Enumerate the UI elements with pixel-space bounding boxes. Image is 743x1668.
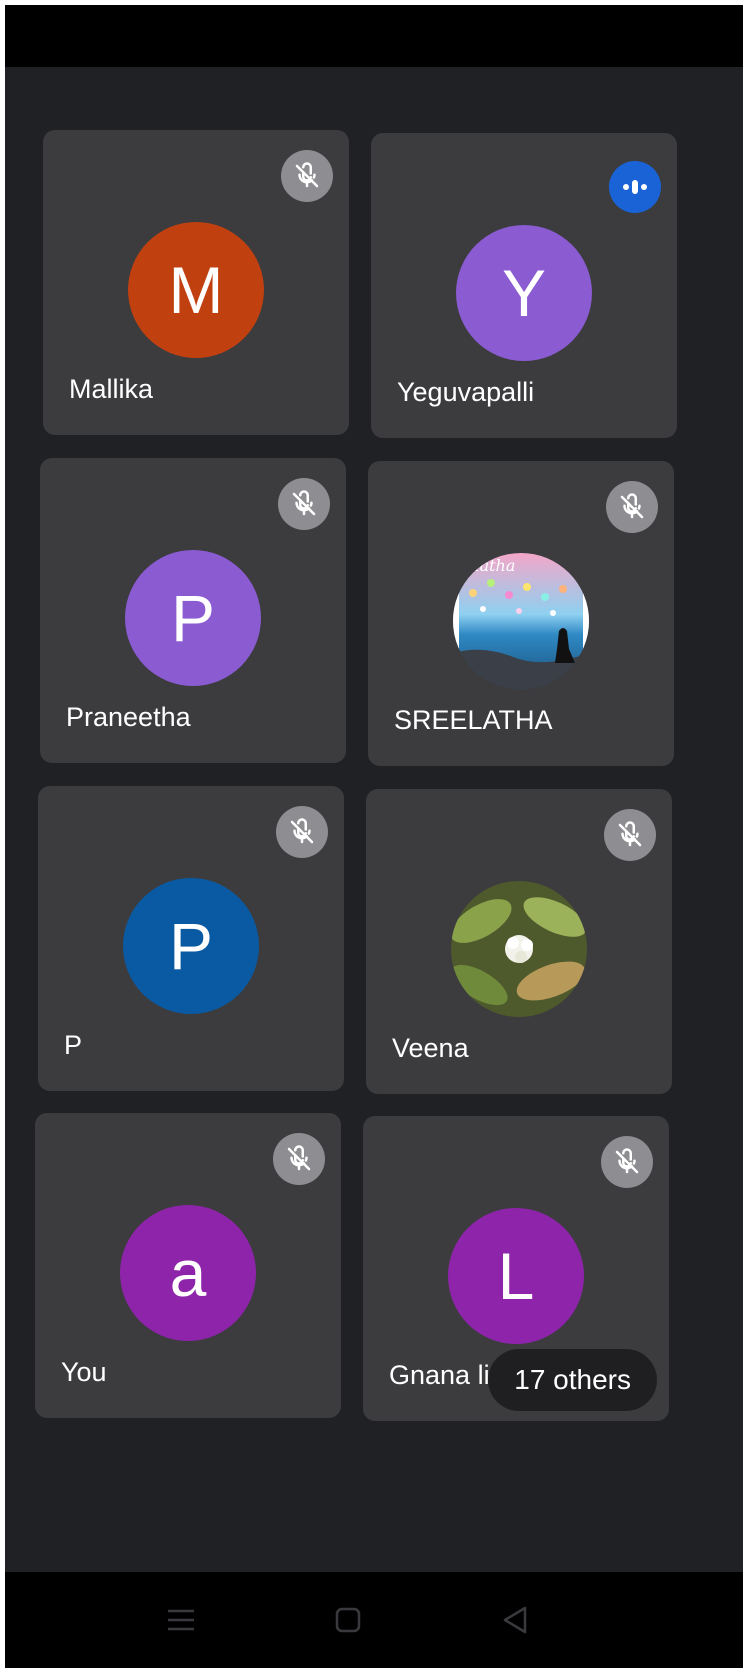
- mic-off-icon: [273, 1133, 325, 1185]
- mic-off-icon: [281, 150, 333, 202]
- avatar: Y: [456, 225, 592, 361]
- flower-leaves-photo: [451, 881, 587, 1017]
- avatar: M: [128, 222, 264, 358]
- photo-caption: elatha: [465, 556, 515, 575]
- avatar: a: [120, 1205, 256, 1341]
- status-bar: [5, 5, 743, 67]
- avatar: L: [448, 1208, 584, 1344]
- participant-tile[interactable]: elatha SREELATHA: [368, 461, 674, 766]
- participant-name: Veena: [392, 1033, 469, 1063]
- home-square-icon[interactable]: [324, 1596, 372, 1644]
- participant-tile[interactable]: M Mallika: [43, 130, 349, 435]
- speaking-indicator-icon: [609, 161, 661, 213]
- system-nav-bar: [5, 1572, 743, 1668]
- mic-off-icon: [601, 1136, 653, 1188]
- menu-icon[interactable]: [157, 1596, 205, 1644]
- participant-name: Praneetha: [66, 702, 191, 732]
- avatar: P: [123, 878, 259, 1014]
- participant-name: SREELATHA: [394, 705, 553, 735]
- participant-tile[interactable]: Veena: [366, 789, 672, 1094]
- mic-off-icon: [278, 478, 330, 530]
- participant-tile[interactable]: P Praneetha: [40, 458, 346, 763]
- phone-screen: M Mallika Y Yeguvapalli P Praneetha elat…: [5, 5, 743, 1668]
- sunset-beach-photo: elatha: [453, 553, 589, 689]
- others-count-button[interactable]: 17 others: [488, 1349, 657, 1411]
- participant-tile[interactable]: L Gnana li 17 others: [363, 1116, 669, 1421]
- participant-name: You: [61, 1357, 107, 1387]
- participant-name: P: [64, 1030, 83, 1060]
- participant-tile[interactable]: Y Yeguvapalli: [371, 133, 677, 438]
- participant-tile[interactable]: P P: [38, 786, 344, 1091]
- mic-off-icon: [604, 809, 656, 861]
- participant-name: Mallika: [69, 374, 154, 404]
- mic-off-icon: [606, 481, 658, 533]
- back-triangle-icon[interactable]: [491, 1596, 539, 1644]
- mic-off-icon: [276, 806, 328, 858]
- avatar: P: [125, 550, 261, 686]
- participant-tile-self[interactable]: a You: [35, 1113, 341, 1418]
- participant-name: Gnana li: [389, 1360, 490, 1390]
- participant-name: Yeguvapalli: [397, 377, 535, 407]
